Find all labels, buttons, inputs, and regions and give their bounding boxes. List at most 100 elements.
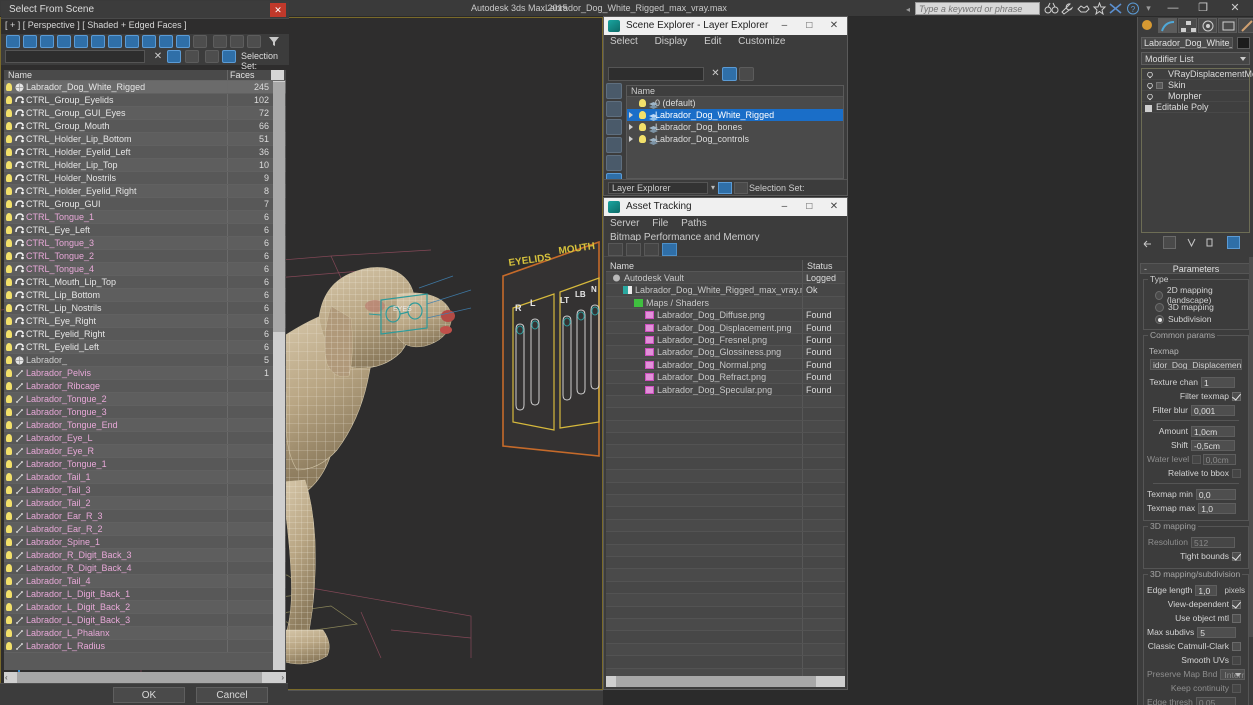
scene-explorer-titlebar[interactable]: Scene Explorer - Layer Explorer – □ ✕ [604, 17, 847, 35]
light-bulb-icon[interactable] [6, 434, 12, 442]
layer-row[interactable]: 0 (default) [627, 97, 843, 109]
layer-explorer-toggle-icon[interactable] [718, 182, 732, 194]
scene-object-row[interactable]: Labrador_Tail_2 [4, 497, 286, 510]
scene-object-row[interactable]: Labrador_Tail_4 [4, 575, 286, 588]
texmap-value-field[interactable]: idor_Dog_Displacement.png) [1150, 359, 1242, 370]
tab-modify-icon[interactable] [1158, 18, 1177, 33]
scene-object-row[interactable]: CTRL_Group_Mouth 66 [4, 120, 286, 133]
light-bulb-icon[interactable] [6, 369, 12, 377]
light-bulb-icon[interactable] [6, 239, 12, 247]
show-end-result-icon[interactable] [1163, 236, 1176, 249]
preserve-map-select[interactable]: Interr [1220, 668, 1246, 680]
scene-object-row[interactable]: CTRL_Mouth_Lip_Top 6 [4, 276, 286, 289]
select-from-scene-vscroll-thumb[interactable] [273, 82, 285, 332]
asset-row[interactable]: Labrador_Dog_Refract.png Found [606, 371, 845, 384]
scene-object-row[interactable]: Labrador_Ribcage [4, 380, 286, 393]
configure-sets-icon[interactable] [1227, 236, 1240, 249]
light-bulb-icon[interactable] [6, 421, 12, 429]
asset-tracking-menubar[interactable]: Server File Paths Bitmap Performance and… [604, 216, 847, 257]
type-option-2d[interactable]: 2D mapping (landscape) [1147, 285, 1245, 305]
light-bulb-icon[interactable] [6, 187, 12, 195]
scene-object-row[interactable]: CTRL_Holder_Eyelid_Left 36 [4, 146, 286, 159]
filter-geometry-icon[interactable] [23, 35, 37, 48]
select-from-scene-close-button[interactable]: ✕ [270, 3, 286, 17]
scene-object-row[interactable]: CTRL_Lip_Bottom 6 [4, 289, 286, 302]
select-from-scene-table[interactable]: Name Faces Labrador_Dog_White_Rigged 245 C… [4, 70, 286, 670]
modifier-stack-row[interactable]: Skin [1142, 80, 1249, 91]
asset-row[interactable]: Labrador_Dog_Displacement.png Found [606, 321, 845, 334]
select-from-scene-hscroll-thumb[interactable] [17, 672, 262, 683]
at-grid-view-icon[interactable] [662, 243, 677, 256]
scene-object-row[interactable]: Labrador_Tongue_1 [4, 458, 286, 471]
se-tool-shapes-icon[interactable] [606, 119, 622, 135]
tab-create-icon[interactable] [1138, 18, 1157, 33]
select-from-scene-dialog[interactable]: Select From Scene ✕ Select Display Custo… [0, 0, 290, 705]
find-options-icon[interactable] [167, 50, 181, 63]
radio-subdivision[interactable] [1155, 314, 1164, 324]
tab-display-icon[interactable] [1218, 18, 1237, 33]
keyword-search-input[interactable] [915, 2, 1040, 15]
light-bulb-icon[interactable] [6, 174, 12, 182]
light-bulb-icon[interactable] [6, 356, 12, 364]
se-tool-all-icon[interactable] [606, 83, 622, 99]
explorer-mode-combo[interactable]: Layer Explorer [608, 182, 708, 194]
light-bulb-icon[interactable] [639, 123, 646, 131]
expand-all-icon[interactable] [213, 35, 227, 48]
light-bulb-icon[interactable] [6, 226, 12, 234]
light-bulb-icon[interactable] [6, 122, 12, 130]
scene-object-row[interactable]: CTRL_Tongue_3 6 [4, 237, 286, 250]
scene-explorer-search-input[interactable] [608, 67, 704, 81]
object-color-swatch[interactable] [1237, 37, 1250, 49]
lightbulb-toggle-icon[interactable] [1147, 71, 1153, 79]
light-bulb-icon[interactable] [6, 109, 12, 117]
command-panel-tabs[interactable] [1138, 17, 1253, 34]
se-tool-geometry-icon[interactable] [606, 101, 622, 117]
asset-row[interactable]: Labrador_Dog_Fresnel.png Found [606, 333, 845, 347]
light-bulb-icon[interactable] [6, 590, 12, 598]
asset-row[interactable]: Labrador_Dog_Specular.png Found [606, 383, 845, 396]
cancel-button[interactable]: Cancel [196, 687, 268, 703]
clear-find-icon[interactable]: ✕ [151, 50, 165, 63]
filter-lights-icon[interactable] [57, 35, 71, 48]
light-bulb-icon[interactable] [6, 551, 12, 559]
keep-continuity-checkbox[interactable] [1232, 683, 1241, 693]
modifier-stack-tools[interactable] [1141, 235, 1250, 250]
scene-explorer-sidebar-tools[interactable] [604, 83, 624, 189]
layer-row[interactable]: Labrador_Dog_White_Rigged [627, 109, 843, 121]
light-bulb-icon[interactable] [6, 291, 12, 299]
at-list-view-icon[interactable] [626, 243, 641, 256]
scene-object-row[interactable]: Labrador_Tongue_3 [4, 406, 286, 419]
se-tool-lights-icon[interactable] [606, 137, 622, 153]
layer-row[interactable]: Labrador_Dog_controls [627, 133, 843, 145]
scene-explorer-column-name[interactable]: Name [627, 86, 843, 97]
at-refresh-icon[interactable] [608, 243, 623, 256]
filter-groups-icon[interactable] [125, 35, 139, 48]
scene-object-row[interactable]: CTRL_Lip_Nostrils 6 [4, 302, 286, 315]
asset-tracking-hscrollbar[interactable] [606, 676, 845, 687]
object-name-field[interactable]: Labrador_Dog_White_Rigged [1141, 37, 1233, 49]
scene-object-row[interactable]: Labrador_Eye_R [4, 445, 286, 458]
water-level-checkbox[interactable] [1192, 454, 1201, 464]
scene-object-row[interactable]: Labrador_Tail_1 [4, 471, 286, 484]
se-menu-edit[interactable]: Edit [704, 35, 721, 49]
light-bulb-icon[interactable] [6, 447, 12, 455]
close-window-button[interactable]: ✕ [1222, 1, 1248, 16]
light-bulb-icon[interactable] [6, 564, 12, 572]
funnel-icon[interactable] [267, 35, 281, 48]
scene-object-row[interactable]: CTRL_Tongue_2 6 [4, 250, 286, 263]
at-menu-server[interactable]: Server [610, 217, 639, 231]
se-menu-customize[interactable]: Customize [738, 35, 785, 49]
filter-texmap-checkbox[interactable] [1232, 391, 1241, 401]
wrench-icon[interactable] [1060, 2, 1075, 15]
scene-object-row[interactable]: CTRL_Eye_Left 6 [4, 224, 286, 237]
shift-spinner[interactable]: -0,5cm [1191, 439, 1235, 451]
filter-none-icon[interactable] [193, 35, 207, 48]
ss-col-faces[interactable]: Faces [227, 70, 271, 80]
scene-object-row[interactable]: CTRL_Holder_Lip_Top 10 [4, 159, 286, 172]
combo-chevron-icon[interactable]: ▾ [711, 183, 715, 192]
scene-object-row[interactable]: CTRL_Holder_Lip_Bottom 51 [4, 133, 286, 146]
light-bulb-icon[interactable] [6, 499, 12, 507]
tab-motion-icon[interactable] [1198, 18, 1217, 33]
edge-length-spinner[interactable]: 1,0 [1195, 584, 1218, 596]
texmap-max-spinner[interactable]: 1,0 [1198, 502, 1237, 514]
